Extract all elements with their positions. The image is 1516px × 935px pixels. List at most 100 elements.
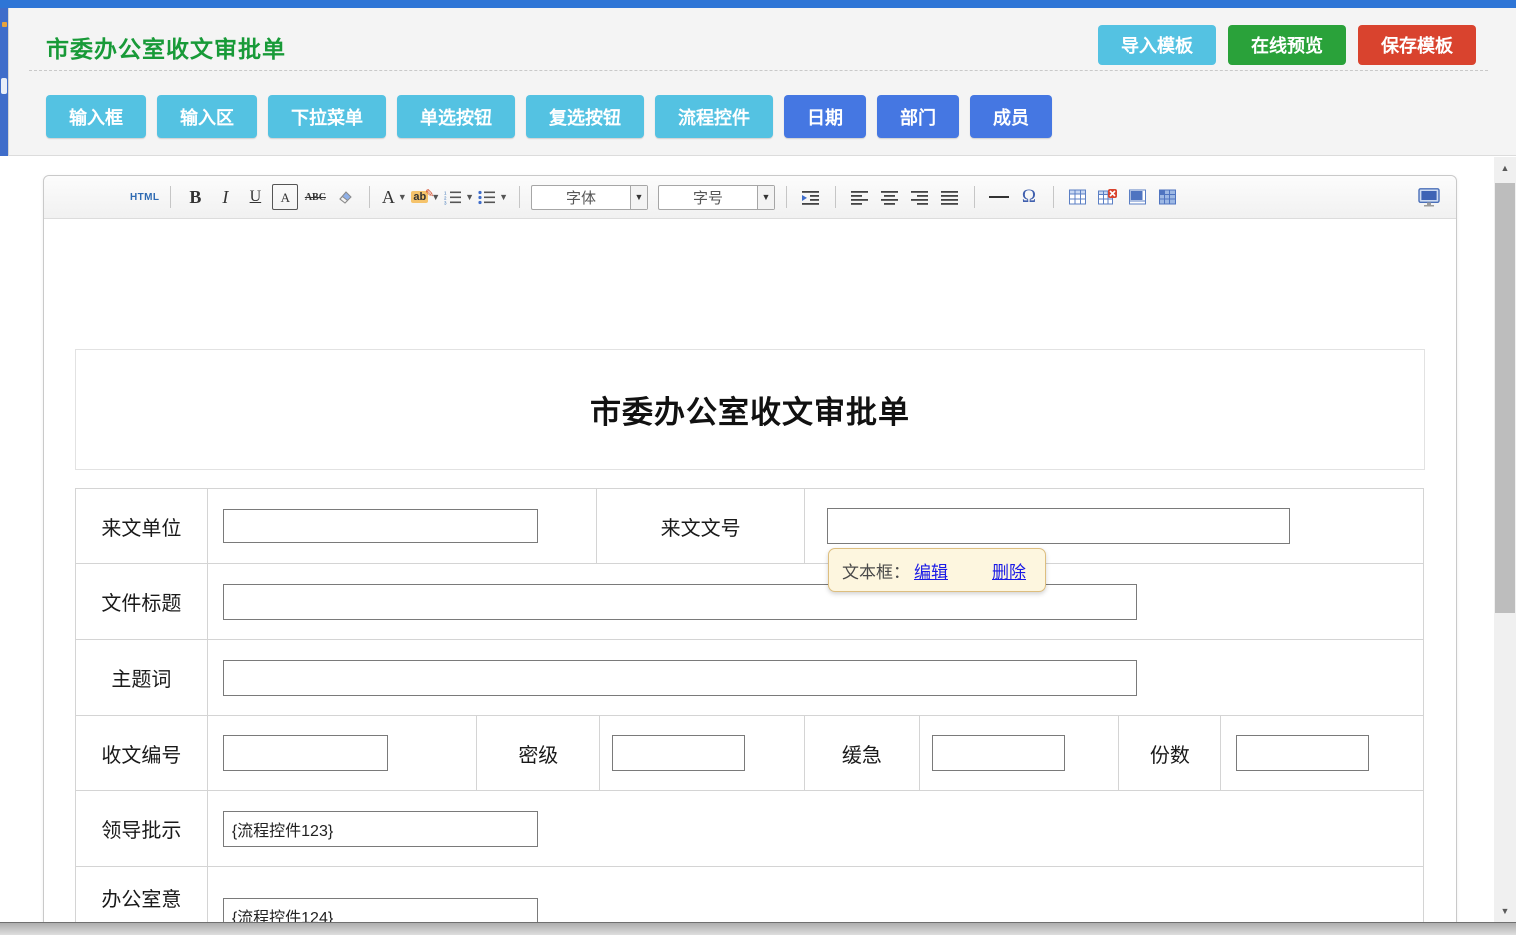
document-title: 市委办公室收文审批单	[590, 387, 910, 432]
font-size-select[interactable]: 字号 ▼	[658, 185, 775, 210]
strikethrough-icon[interactable]: ABC	[302, 184, 328, 210]
cell-shouwen-bianhao	[208, 716, 478, 790]
zhutici-input[interactable]	[223, 660, 1137, 696]
document-title-block[interactable]: 市委办公室收文审批单	[75, 349, 1425, 470]
ordered-list-icon[interactable]: 1 2 3 ▼	[444, 184, 474, 210]
dropdown-caret-icon: ▼	[757, 186, 774, 209]
cell-huanji	[920, 716, 1120, 790]
unordered-list-icon[interactable]: ▼	[478, 184, 508, 210]
header-actions: 导入模板 在线预览 保存模板	[1098, 25, 1476, 65]
fullscreen-icon[interactable]	[1416, 184, 1442, 210]
rich-text-editor: HTML B I U A ABC A▼ ab✎▼ 1 2 3 ▼	[43, 175, 1457, 922]
font-color-icon[interactable]: A▼	[381, 184, 407, 210]
pencil-icon: ✎	[425, 187, 434, 200]
delete-table-icon[interactable]	[1095, 184, 1121, 210]
align-center-icon[interactable]	[877, 184, 903, 210]
laiwen-danwei-input[interactable]	[223, 509, 538, 543]
add-dropdown-button[interactable]: 下拉菜单	[268, 95, 386, 138]
label-zhutici: 主题词	[76, 640, 208, 715]
eraser-icon[interactable]	[332, 184, 358, 210]
highlight-color-icon[interactable]: ab✎▼	[411, 184, 440, 210]
special-char-icon[interactable]: Ω	[1016, 184, 1042, 210]
toolbar-separator	[519, 186, 520, 208]
align-right-icon[interactable]	[907, 184, 933, 210]
table-row: 来文单位 来文文号	[76, 489, 1423, 564]
online-preview-button[interactable]: 在线预览	[1228, 25, 1346, 65]
horizontal-rule-icon[interactable]	[986, 184, 1012, 210]
cell-zhutici	[208, 640, 1423, 715]
table-row: 办公室意	[76, 867, 1423, 922]
cell-properties-icon[interactable]	[1155, 184, 1181, 210]
align-justify-icon[interactable]	[937, 184, 963, 210]
bangongshi-yijian-input[interactable]	[223, 898, 538, 922]
shouwen-bianhao-input[interactable]	[223, 735, 388, 771]
field-context-tooltip: 文本框： 编辑 删除	[828, 548, 1046, 592]
fenshu-input[interactable]	[1236, 735, 1369, 771]
page-title: 市委办公室收文审批单	[46, 30, 286, 64]
dropdown-caret-icon: ▼	[465, 192, 474, 202]
cell-fenshu	[1221, 716, 1423, 790]
window-top-bar	[0, 0, 1516, 8]
toolbar-separator	[1053, 186, 1054, 208]
html-source-icon[interactable]: HTML	[130, 184, 159, 210]
import-template-button[interactable]: 导入模板	[1098, 25, 1216, 65]
cell-lingdao-pishi	[208, 791, 1423, 866]
table-properties-icon[interactable]	[1125, 184, 1151, 210]
background-page-sliver	[0, 8, 8, 156]
huanji-input[interactable]	[932, 735, 1065, 771]
laiwen-wenhao-input[interactable]	[827, 508, 1290, 544]
editor-scroll-area: HTML B I U A ABC A▼ ab✎▼ 1 2 3 ▼	[8, 156, 1494, 922]
label-wenjian-biaoti: 文件标题	[76, 564, 208, 639]
form-component-buttons: 输入框 输入区 下拉菜单 单选按钮 复选按钮 流程控件 日期 部门 成员	[46, 95, 1052, 138]
save-template-button[interactable]: 保存模板	[1358, 25, 1476, 65]
editor-document[interactable]: 市委办公室收文审批单 来文单位 来文文号 文件标题	[44, 219, 1456, 922]
bold-icon[interactable]: B	[182, 184, 208, 210]
lingdao-pishi-input[interactable]	[223, 811, 538, 847]
dropdown-caret-icon: ▼	[499, 192, 508, 202]
insert-table-icon[interactable]	[1065, 184, 1091, 210]
font-family-select[interactable]: 字体 ▼	[531, 185, 648, 210]
edit-field-link[interactable]: 编辑	[914, 558, 948, 583]
miji-input[interactable]	[612, 735, 745, 771]
underline-icon[interactable]: U	[242, 184, 268, 210]
cell-wenjian-biaoti	[208, 564, 1423, 639]
label-laiwen-danwei: 来文单位	[76, 489, 208, 563]
scrollbar-thumb[interactable]	[1495, 183, 1515, 613]
add-textarea-button[interactable]: 输入区	[157, 95, 257, 138]
toolbar-separator	[786, 186, 787, 208]
vertical-scrollbar[interactable]: ▲ ▼	[1494, 157, 1516, 922]
cell-bangongshi-yijian	[208, 867, 1423, 922]
editor-toolbar: HTML B I U A ABC A▼ ab✎▼ 1 2 3 ▼	[44, 176, 1456, 219]
align-left-icon[interactable]	[847, 184, 873, 210]
dropdown-caret-icon: ▼	[630, 186, 647, 209]
dropdown-caret-icon: ▼	[398, 192, 407, 202]
italic-icon[interactable]: I	[212, 184, 238, 210]
font-style-icon[interactable]: A	[272, 184, 298, 210]
add-date-button[interactable]: 日期	[784, 95, 866, 138]
background-icon-speck	[1, 78, 7, 94]
svg-text:3: 3	[444, 200, 447, 205]
add-flow-control-button[interactable]: 流程控件	[655, 95, 773, 138]
table-row: 主题词	[76, 640, 1423, 716]
scroll-down-arrow-icon[interactable]: ▼	[1494, 902, 1516, 920]
tooltip-field-type: 文本框：	[842, 558, 910, 583]
toolbar-separator	[369, 186, 370, 208]
indent-icon[interactable]	[798, 184, 824, 210]
form-table: 来文单位 来文文号 文件标题	[75, 488, 1424, 922]
add-member-button[interactable]: 成员	[970, 95, 1052, 138]
table-row: 领导批示	[76, 791, 1423, 867]
toolbar-separator	[835, 186, 836, 208]
label-fenshu: 份数	[1119, 716, 1221, 790]
add-input-box-button[interactable]: 输入框	[46, 95, 146, 138]
toolbar-separator	[974, 186, 975, 208]
label-miji: 密级	[477, 716, 600, 790]
add-department-button[interactable]: 部门	[877, 95, 959, 138]
delete-field-link[interactable]: 删除	[992, 558, 1026, 583]
add-radio-button[interactable]: 单选按钮	[397, 95, 515, 138]
add-checkbox-button[interactable]: 复选按钮	[526, 95, 644, 138]
background-icon-speck	[2, 22, 7, 27]
cell-laiwen-danwei	[208, 489, 597, 563]
label-laiwen-wenhao: 来文文号	[597, 489, 805, 563]
scroll-up-arrow-icon[interactable]: ▲	[1494, 159, 1516, 177]
toolbar-separator	[170, 186, 171, 208]
